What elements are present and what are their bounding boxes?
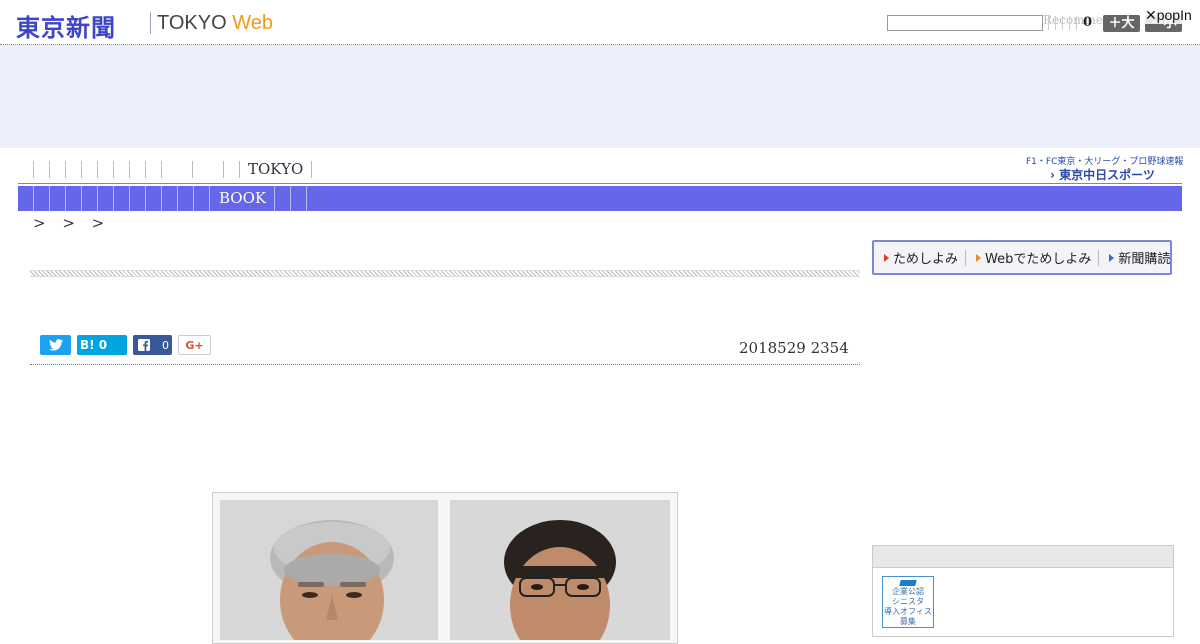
header-separators: [1048, 16, 1080, 30]
subscription-links: ためしよみ Webでためしよみ 新聞購読: [872, 240, 1172, 275]
tokyo-web-logo[interactable]: TOKYO Web: [157, 12, 273, 35]
logo-web-text: Web: [232, 12, 273, 34]
subnav-item-book[interactable]: BOOK: [210, 186, 276, 211]
nav-item[interactable]: [161, 160, 192, 178]
gplus-label: G+: [185, 338, 204, 352]
search-input[interactable]: [887, 15, 1043, 31]
google-plus-share-button[interactable]: G+: [178, 335, 211, 355]
nav-item[interactable]: [49, 160, 65, 178]
sidebar-box: 企業公認 シニスタ 導入オフィス 募集: [872, 545, 1174, 637]
twitter-share-button[interactable]: [40, 335, 71, 355]
sidebar-box-header: [873, 546, 1173, 568]
web-trial-read-label: Webでためしよみ: [985, 252, 1092, 267]
article-photo-left[interactable]: [220, 500, 438, 640]
facebook-count: 0: [162, 338, 169, 352]
banner-line-1: 企業公認: [892, 587, 924, 596]
hatena-bookmark-button[interactable]: B! 0: [77, 335, 127, 355]
office-logo-icon: [899, 580, 917, 586]
advertisement-banner[interactable]: [0, 45, 1200, 148]
subnav-item[interactable]: [275, 186, 292, 211]
portrait-gray-hair-image: [220, 500, 438, 640]
secondary-nav: BOOK: [18, 186, 1182, 211]
counter-value: 0: [1083, 15, 1093, 30]
popin-close-button[interactable]: ✕popIn: [1145, 7, 1196, 24]
article-photo-right[interactable]: [450, 500, 670, 640]
nav-item[interactable]: [113, 160, 129, 178]
trial-read-label: ためしよみ: [893, 252, 959, 267]
nav-item[interactable]: [129, 160, 145, 178]
red-arrow-icon: [884, 253, 889, 262]
subnav-item[interactable]: [50, 186, 66, 211]
article-date: 2018529 2354: [739, 339, 849, 357]
subscribe-label: 新聞購読: [1118, 252, 1171, 267]
nav-item[interactable]: [192, 160, 223, 178]
hatena-label: B! 0: [80, 338, 108, 352]
tokyo-shimbun-logo[interactable]: 東京新聞: [16, 8, 116, 43]
nav-item[interactable]: [145, 160, 161, 178]
banner-line-4: 募集: [900, 617, 916, 626]
nav-divider: [18, 183, 1182, 184]
breadcrumb[interactable]: > > >: [33, 214, 110, 232]
font-size-large-button[interactable]: ＋大: [1103, 15, 1140, 32]
chunichi-sports-link[interactable]: › 東京中日スポーツ: [1050, 166, 1155, 183]
web-trial-read-link[interactable]: Webでためしよみ: [966, 249, 1100, 267]
subnav-item[interactable]: [194, 186, 210, 211]
nav-item[interactable]: [223, 160, 239, 178]
twitter-icon: [48, 339, 63, 351]
primary-nav: TOKYO: [33, 158, 313, 180]
subnav-item[interactable]: [98, 186, 114, 211]
subscribe-link[interactable]: 新聞購読: [1099, 250, 1177, 267]
blue-arrow-icon: [1109, 253, 1115, 262]
subnav-item[interactable]: [291, 186, 308, 211]
nav-item[interactable]: [33, 160, 49, 178]
subnav-item[interactable]: [18, 186, 34, 211]
subnav-item[interactable]: [34, 186, 50, 211]
logo-tokyo-text: TOKYO: [157, 12, 233, 34]
subnav-item[interactable]: [178, 186, 194, 211]
subnav-item[interactable]: [130, 186, 146, 211]
nav-item[interactable]: [81, 160, 97, 178]
portrait-glasses-image: [450, 500, 670, 640]
share-divider: [30, 364, 860, 365]
facebook-icon: [138, 339, 150, 351]
nav-item-tokyo[interactable]: TOKYO: [239, 160, 313, 178]
subnav-item[interactable]: [82, 186, 98, 211]
subnav-item[interactable]: [66, 186, 82, 211]
facebook-share-button[interactable]: 0: [133, 335, 172, 355]
title-divider: [30, 270, 860, 277]
nav-item[interactable]: [97, 160, 113, 178]
nav-item[interactable]: [65, 160, 81, 178]
trial-read-link[interactable]: ためしよみ: [874, 249, 967, 267]
banner-line-3: 導入オフィス: [884, 607, 932, 616]
logo-divider: [150, 12, 151, 34]
office-banner[interactable]: 企業公認 シニスタ 導入オフィス 募集: [882, 576, 934, 628]
banner-line-2: シニスタ: [892, 597, 924, 606]
subnav-item[interactable]: [146, 186, 162, 211]
article-photo-frame: [212, 492, 678, 644]
subnav-item[interactable]: [162, 186, 178, 211]
orange-arrow-icon: [976, 253, 982, 262]
subnav-item[interactable]: [114, 186, 130, 211]
